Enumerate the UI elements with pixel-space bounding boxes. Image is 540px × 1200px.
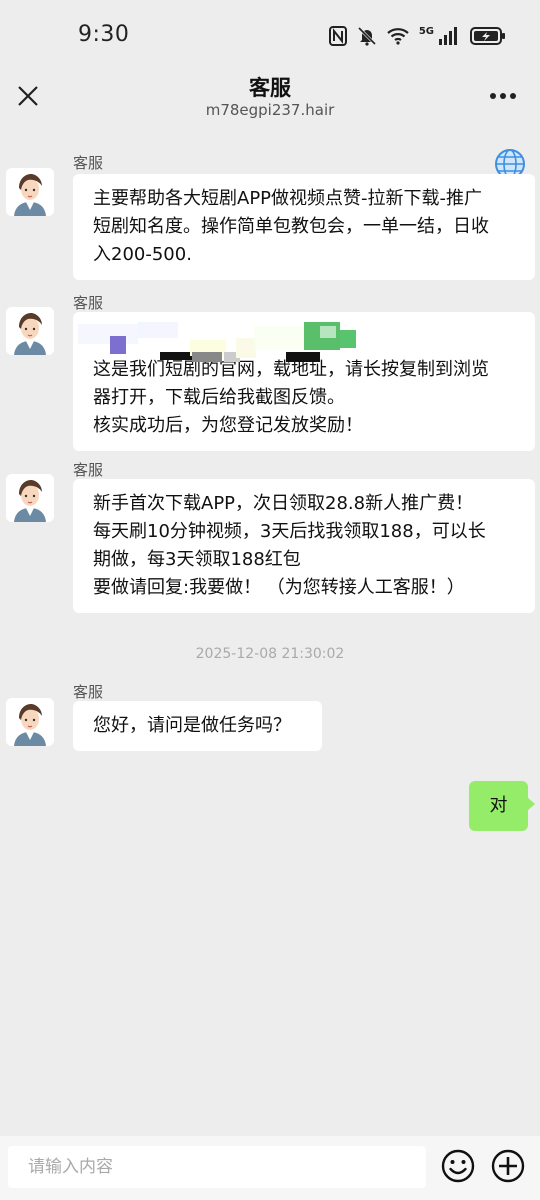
- add-attachment-button[interactable]: [490, 1148, 526, 1184]
- more-icon: [490, 93, 516, 99]
- message-line: 核实成功后，为您登记发放奖励！: [93, 415, 363, 436]
- wifi-icon: [387, 27, 409, 45]
- page-subtitle-domain: m78egpi237.hair: [205, 101, 335, 119]
- self-message-bubble[interactable]: 对: [469, 781, 535, 831]
- bell-off-icon: [357, 26, 377, 46]
- battery-charging-icon: [470, 26, 506, 46]
- avatar[interactable]: [6, 307, 54, 355]
- message-line: 新手首次下载APP，次日领取28.8新人推广费！: [93, 493, 474, 514]
- input-bar: [0, 1136, 540, 1200]
- sender-name: 客服: [73, 461, 104, 479]
- signal-icon: [438, 27, 460, 45]
- message-line: 期做，每3天领取188红包: [93, 549, 301, 570]
- message-line: 短剧知名度。操作简单包教包会，一单一结，日收: [93, 216, 489, 237]
- sender-name: 客服: [73, 154, 104, 172]
- message-line: 每天刷10分钟视频，3天后找我领取188，可以长: [93, 521, 486, 542]
- avatar[interactable]: [6, 698, 54, 746]
- network-5g-label: 5G: [418, 25, 434, 37]
- sender-name: 客服: [73, 294, 104, 312]
- status-time: 9:30: [78, 22, 130, 47]
- message-line: 主要帮助各大短剧APP做视频点赞-拉新下载-推广: [93, 188, 483, 209]
- emoji-icon: [441, 1149, 475, 1183]
- message-line: 要做请回复:我要做！ （为您转接人工客服！）: [93, 577, 465, 598]
- nfc-icon: [328, 26, 347, 46]
- message-line: 器打开，下载后给我截图反馈。: [93, 387, 345, 408]
- status-icons: 5G: [328, 24, 506, 48]
- message-line: 您好，请问是做任务吗？: [93, 715, 291, 736]
- avatar[interactable]: [6, 168, 54, 216]
- message-bubble[interactable]: 您好，请问是做任务吗？: [73, 701, 322, 751]
- message-timestamp: 2025-12-08 21:30:02: [195, 646, 345, 662]
- redacted-link-mosaic: [78, 322, 356, 362]
- plus-icon: [491, 1149, 525, 1183]
- message-bubble[interactable]: 新手首次下载APP，次日领取28.8新人推广费！ 每天刷10分钟视频，3天后找我…: [73, 479, 535, 613]
- message-input[interactable]: [8, 1146, 426, 1188]
- more-options-button[interactable]: [488, 84, 518, 108]
- status-bar: 9:30 5G: [0, 0, 540, 70]
- sender-name: 客服: [73, 683, 104, 701]
- avatar[interactable]: [6, 474, 54, 522]
- page-title: 客服: [249, 76, 291, 100]
- message-line: 入200-500.: [93, 244, 192, 265]
- message-bubble[interactable]: 主要帮助各大短剧APP做视频点赞-拉新下载-推广 短剧知名度。操作简单包教包会，…: [73, 174, 535, 280]
- title-bar: 客服 m78egpi237.hair: [0, 70, 540, 128]
- emoji-button[interactable]: [440, 1148, 476, 1184]
